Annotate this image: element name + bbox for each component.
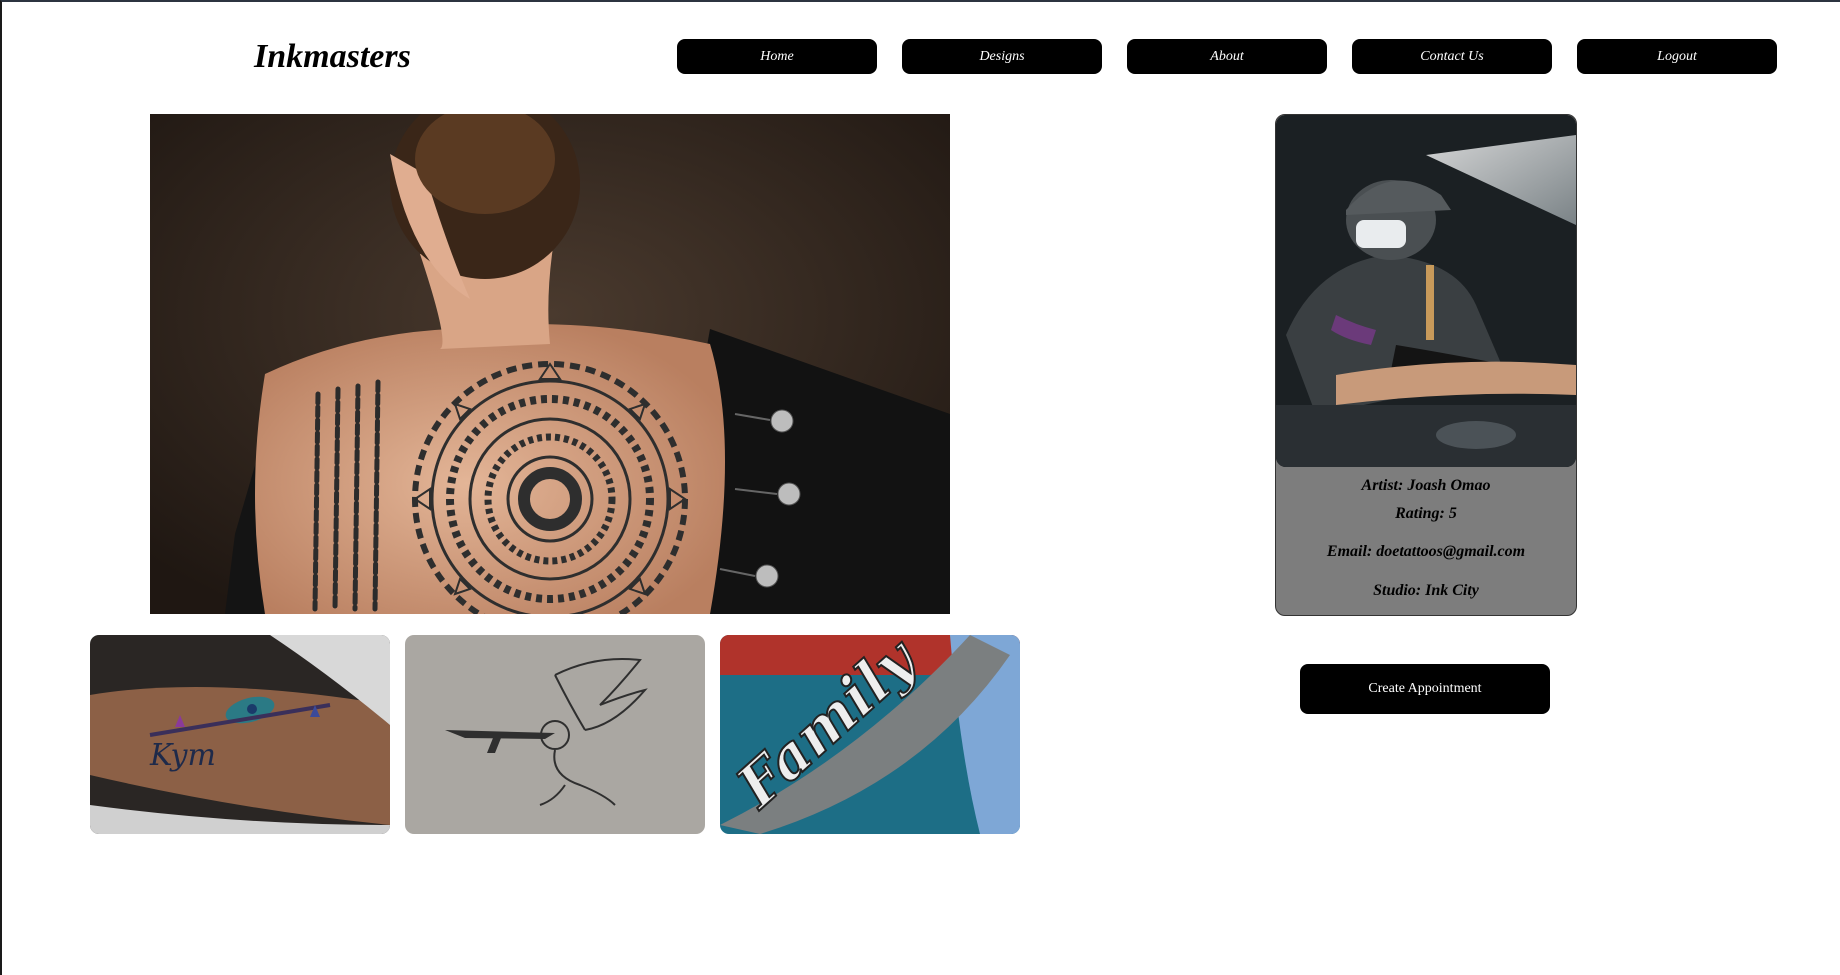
artist-rating: Rating: 5 [1395,505,1457,522]
gallery: Kym Family [90,635,1020,834]
hero-tattoo-image [150,114,950,614]
main-nav: Home Designs About Contact Us Logout [677,39,1777,74]
thumb-script-text: Kym [149,738,216,773]
nav-designs-button[interactable]: Designs [902,39,1102,74]
gallery-thumb-feather[interactable]: Kym [90,635,390,834]
artist-studio: Studio: Ink City [1373,582,1479,599]
nav-home-button[interactable]: Home [677,39,877,74]
artist-email: Email: doetattoos@gmail.com [1326,543,1526,560]
artist-name: Artist: Joash Omao [1361,477,1491,494]
gallery-thumb-cherub[interactable] [405,635,705,834]
brand-logo[interactable]: Inkmasters [254,38,411,76]
nav-about-button[interactable]: About [1127,39,1327,74]
artist-info: Artist: Joash Omao Rating: 5 Email: doet… [1276,472,1576,605]
nav-contact-button[interactable]: Contact Us [1352,39,1552,74]
nav-logout-button[interactable]: Logout [1577,39,1777,74]
artist-card: Artist: Joash Omao Rating: 5 Email: doet… [1275,114,1577,616]
gallery-thumb-family[interactable]: Family [720,635,1020,834]
create-appointment-button[interactable]: Create Appointment [1300,664,1550,714]
page-frame: Inkmasters Home Designs About Contact Us… [0,0,1840,975]
artist-photo [1276,115,1576,467]
